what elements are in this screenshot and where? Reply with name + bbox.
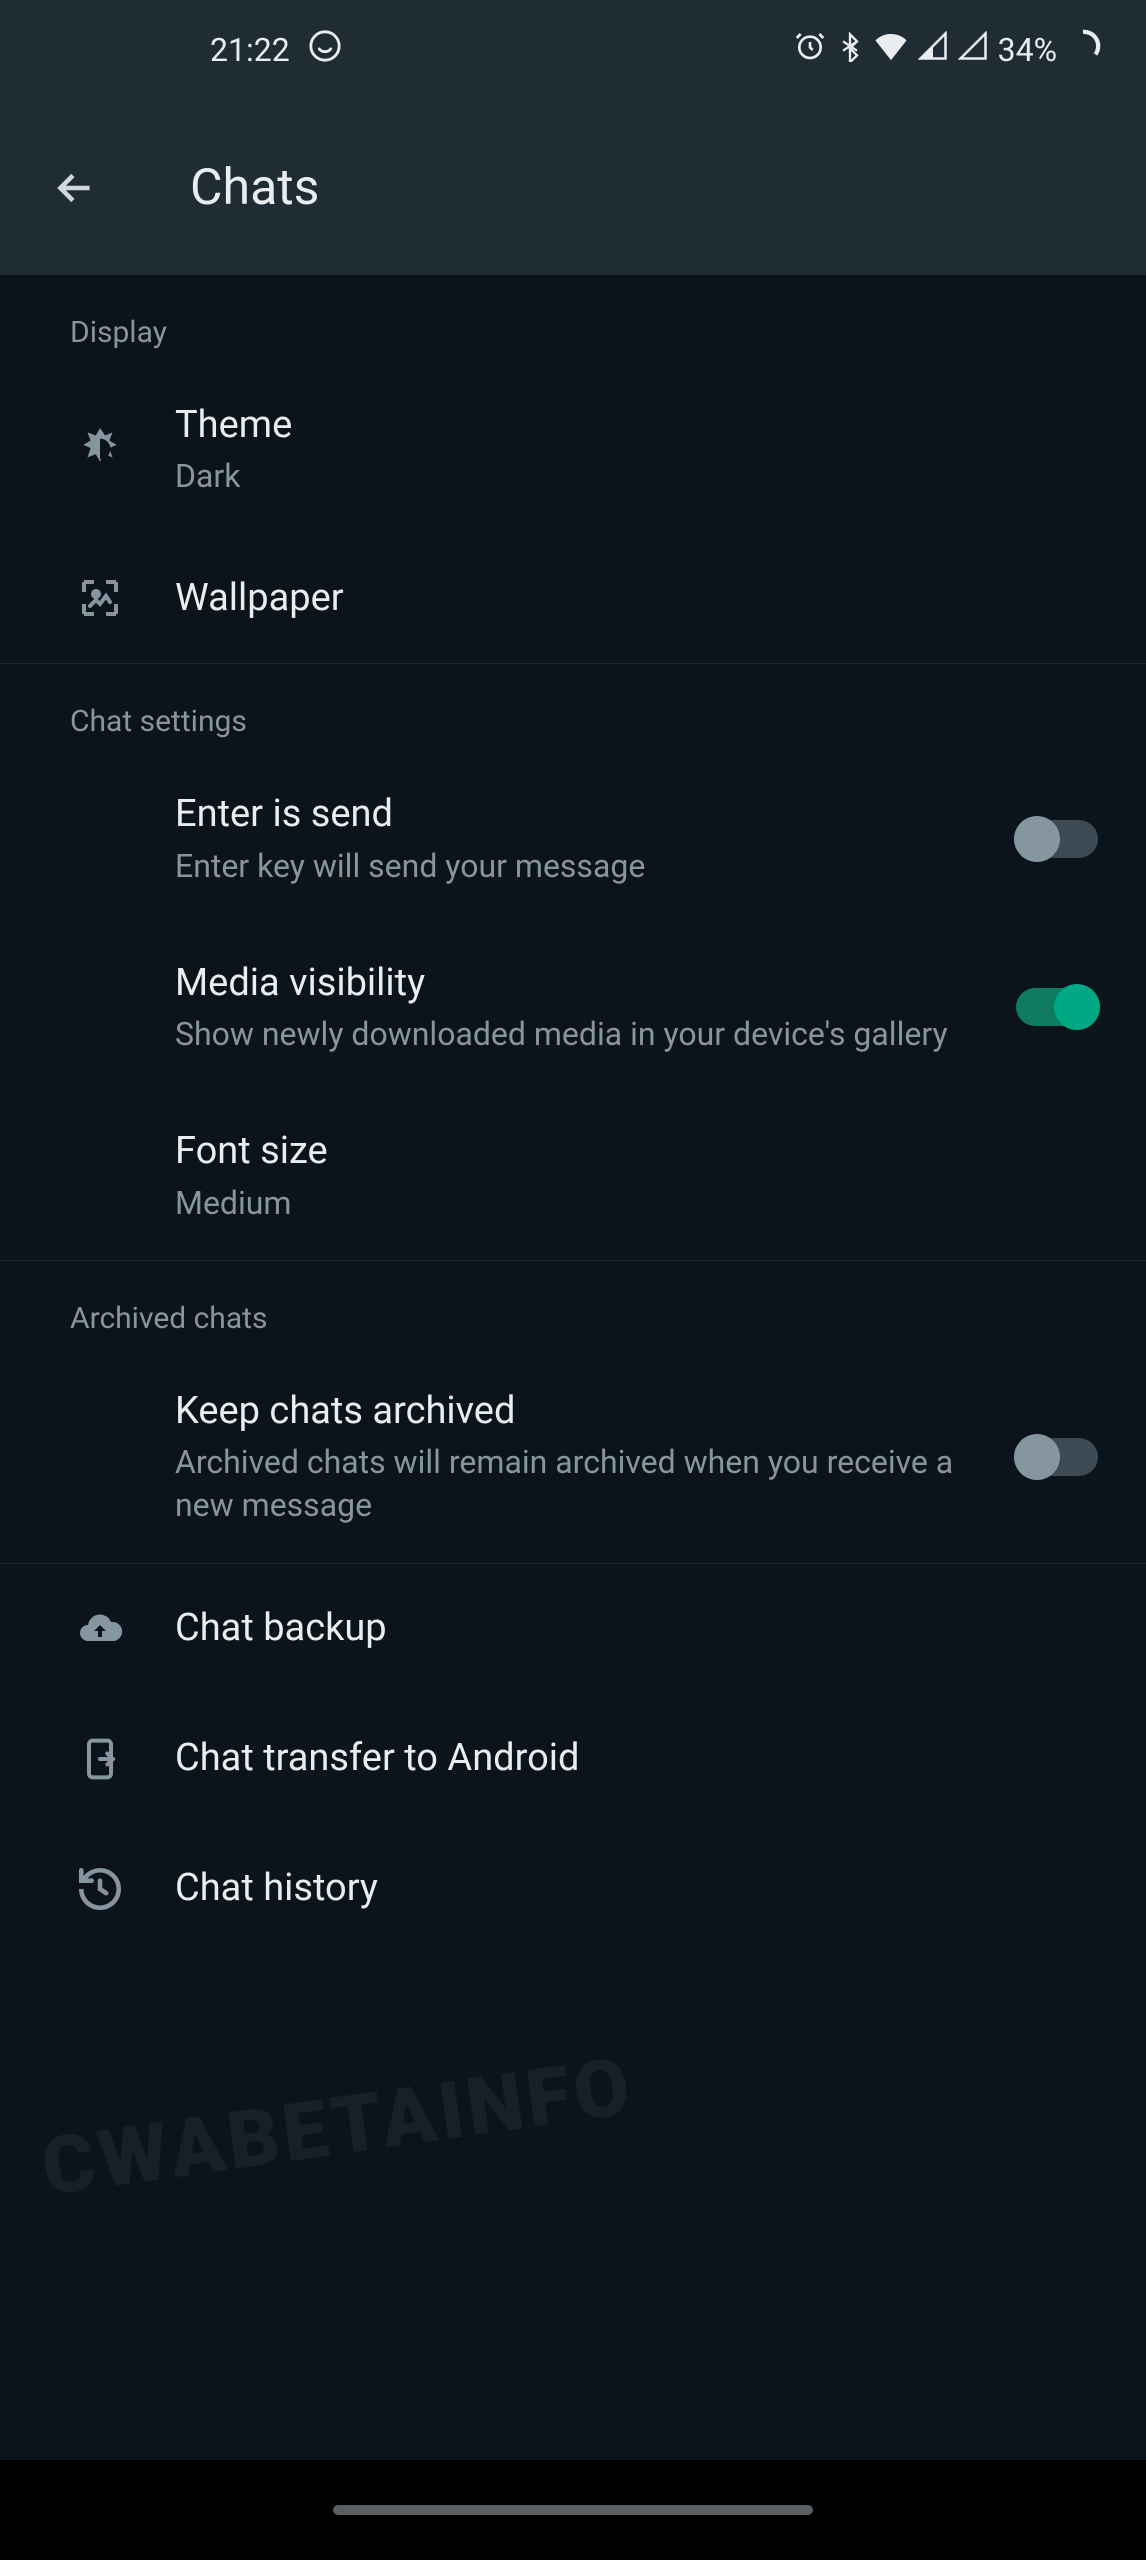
row-font-size[interactable]: Font size Medium <box>0 1091 1146 1259</box>
transfer-icon <box>70 1729 130 1789</box>
bluetooth-icon <box>836 30 864 70</box>
section-header-display: Display <box>0 275 1146 365</box>
media-visibility-sub: Show newly downloaded media in your devi… <box>175 1013 996 1056</box>
font-size-title: Font size <box>175 1126 1098 1177</box>
page-title: Chats <box>190 159 319 217</box>
row-wallpaper[interactable]: Wallpaper <box>0 533 1146 663</box>
wifi-icon <box>874 31 908 69</box>
nav-pill[interactable] <box>333 2505 813 2515</box>
row-chat-history[interactable]: Chat history <box>0 1824 1146 1954</box>
theme-title: Theme <box>175 400 1098 451</box>
status-time: 21:22 <box>210 31 290 69</box>
section-header-chat-settings: Chat settings <box>0 664 1146 754</box>
keep-archived-title: Keep chats archived <box>175 1386 996 1437</box>
row-chat-backup[interactable]: Chat backup <box>0 1564 1146 1694</box>
enter-is-send-switch[interactable] <box>1016 820 1098 858</box>
row-enter-is-send[interactable]: Enter is send Enter key will send your m… <box>0 754 1146 922</box>
section-display: Display Theme Dark Wallpaper <box>0 275 1146 664</box>
cloud-upload-icon <box>70 1599 130 1659</box>
whatsapp-status-icon <box>308 29 342 71</box>
chat-backup-title: Chat backup <box>175 1603 1098 1654</box>
row-media-visibility[interactable]: Media visibility Show newly downloaded m… <box>0 923 1146 1091</box>
keep-archived-sub: Archived chats will remain archived when… <box>175 1441 996 1527</box>
enter-is-send-sub: Enter key will send your message <box>175 845 996 888</box>
section-bottom: Chat backup Chat transfer to Android Cha… <box>0 1564 1146 1954</box>
media-visibility-title: Media visibility <box>175 958 996 1009</box>
keep-archived-switch[interactable] <box>1016 1438 1098 1476</box>
signal-icon-2 <box>958 31 988 69</box>
row-theme[interactable]: Theme Dark <box>0 365 1146 533</box>
status-bar: 21:22 34% <box>0 0 1146 100</box>
row-keep-chats-archived[interactable]: Keep chats archived Archived chats will … <box>0 1351 1146 1563</box>
chat-history-title: Chat history <box>175 1863 1098 1914</box>
media-visibility-switch[interactable] <box>1016 988 1098 1026</box>
row-chat-transfer[interactable]: Chat transfer to Android <box>0 1694 1146 1824</box>
history-icon <box>70 1859 130 1919</box>
back-button[interactable] <box>45 158 105 218</box>
section-archived-chats: Archived chats Keep chats archived Archi… <box>0 1261 1146 1564</box>
android-nav-bar <box>0 2460 1146 2560</box>
wallpaper-title: Wallpaper <box>175 573 1098 624</box>
theme-icon <box>70 419 130 479</box>
battery-icon <box>1067 29 1101 71</box>
section-header-archived: Archived chats <box>0 1261 1146 1351</box>
enter-is-send-title: Enter is send <box>175 789 996 840</box>
alarm-icon <box>794 30 826 70</box>
signal-icon-1 <box>918 31 948 69</box>
watermark: CWABETAINFO <box>36 2039 639 2215</box>
battery-percent: 34% <box>998 31 1057 69</box>
section-chat-settings: Chat settings Enter is send Enter key wi… <box>0 664 1146 1260</box>
app-bar: Chats <box>0 100 1146 275</box>
theme-value: Dark <box>175 455 1098 498</box>
wallpaper-icon <box>70 568 130 628</box>
chat-transfer-title: Chat transfer to Android <box>175 1733 1098 1784</box>
font-size-value: Medium <box>175 1182 1098 1225</box>
